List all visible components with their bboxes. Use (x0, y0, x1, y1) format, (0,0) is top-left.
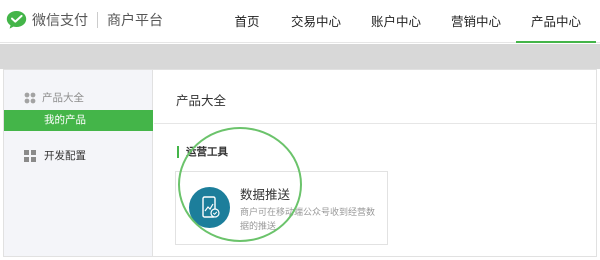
header-band (0, 44, 600, 69)
sidebar-dev-label: 开发配置 (44, 150, 86, 162)
page-title: 产品大全 (176, 93, 227, 108)
brand-divider (97, 12, 98, 28)
nav-transactions[interactable]: 交易中心 (276, 0, 356, 43)
nav-account[interactable]: 账户中心 (356, 0, 436, 43)
main-header: 产品大全 (154, 70, 596, 124)
card-description: 商户可在移动端公众号收到经营数据的推送 (240, 208, 376, 232)
brand-logo[interactable]: 微信支付 商户平台 (6, 9, 163, 31)
main-nav: 首页 交易中心 账户中心 营销中心 产品中心 (218, 0, 596, 43)
nav-marketing[interactable]: 营销中心 (436, 0, 516, 43)
main-panel: 产品大全 运营工具 数据推送 商户可在移动端公众号收到经营数据的推送 (154, 70, 596, 256)
sidebar-group-label: 产品大全 (42, 92, 84, 104)
product-card-data-push[interactable]: 数据推送 商户可在移动端公众号收到经营数据的推送 (175, 171, 388, 245)
sidebar-item-dev-config[interactable]: 开发配置 (24, 148, 86, 163)
card-title: 数据推送 (240, 187, 291, 202)
brand-subtitle: 商户平台 (107, 13, 163, 29)
brand-name: 微信支付 (32, 13, 88, 29)
sidebar: 产品大全 我的产品 开发配置 (4, 70, 153, 256)
nav-products[interactable]: 产品中心 (516, 0, 596, 43)
section-title: 运营工具 (177, 146, 228, 158)
sidebar-item-my-products[interactable]: 我的产品 (4, 110, 153, 131)
content-frame: 产品大全 我的产品 开发配置 产品大全 运营工具 数据推送 商户可在移动端公众号… (3, 69, 597, 257)
settings-grid-icon (24, 149, 36, 162)
top-navigation-bar: 微信支付 商户平台 首页 交易中心 账户中心 营销中心 产品中心 (0, 0, 600, 43)
nav-home[interactable]: 首页 (218, 0, 276, 43)
wechat-pay-logo-icon (6, 11, 27, 29)
data-push-phone-icon (189, 187, 230, 228)
sidebar-group-products[interactable]: 产品大全 (24, 90, 84, 105)
grid-icon (24, 92, 36, 103)
